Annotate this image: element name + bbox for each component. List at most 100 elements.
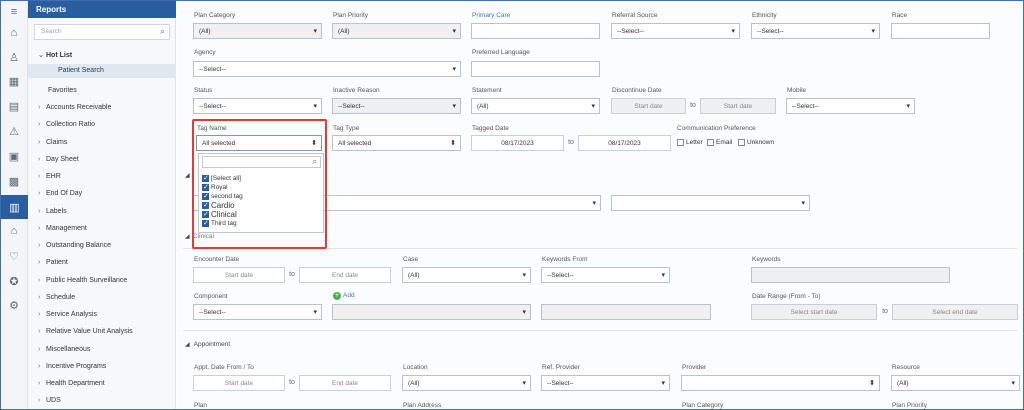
tag-type-select[interactable]: All selected <box>332 135 461 151</box>
alert-icon[interactable]: ⚠ <box>6 123 22 139</box>
appt-start-date[interactable]: Start date <box>193 375 285 391</box>
sidebar-item-collection-ratio[interactable]: › Collection Ratio <box>38 121 95 133</box>
sidebar-item-patient-search[interactable]: Patient Search <box>28 64 176 78</box>
comm-email-option[interactable]: Email <box>707 139 732 146</box>
date-range-to: to <box>882 308 888 315</box>
plan-priority-select[interactable]: (All) <box>332 23 461 39</box>
plan-priority-label: Plan Priority <box>333 12 369 19</box>
discontinue-start-date[interactable]: Start date <box>611 98 686 114</box>
preferred-language-input[interactable] <box>471 61 600 77</box>
ethnicity-label: Ethnicity <box>752 12 777 19</box>
inactive-reason-label: Inactive Reason <box>333 87 380 94</box>
calendar-icon[interactable]: ▦ <box>6 73 22 89</box>
sidebar-item-outstanding-balance[interactable]: › Outstanding Balance <box>38 242 111 254</box>
sidebar-search-input[interactable]: Search ⌕ <box>34 24 170 40</box>
statement-select[interactable]: (All) <box>471 98 600 114</box>
keywords-from-select[interactable]: --Select-- <box>541 267 670 283</box>
sidebar-item-end-of-day[interactable]: › End Of Day <box>38 190 82 202</box>
sidebar-item-patient[interactable]: › Patient <box>38 259 68 271</box>
component-select[interactable]: --Select-- <box>193 304 322 320</box>
encounter-start-date[interactable]: Start date <box>193 267 285 283</box>
sidebar-item-accounts-receivable[interactable]: › Accounts Receivable <box>38 104 111 116</box>
user-icon[interactable]: ♙ <box>6 49 22 65</box>
location-label: Location <box>403 364 428 371</box>
discontinue-end-date[interactable]: Start date <box>700 98 776 114</box>
chevron-right-icon: › <box>38 104 41 111</box>
billing-icon[interactable]: ▩ <box>6 173 22 189</box>
appointment-section-header[interactable]: ◢ Appointment <box>185 341 230 348</box>
date-range-start[interactable]: Select start date <box>751 304 877 320</box>
provider-label: Provider <box>682 364 707 371</box>
sidebar-item-management[interactable]: › Management <box>38 225 87 237</box>
resource-label: Resource <box>892 364 920 371</box>
ethnicity-select[interactable]: --Select-- <box>751 23 880 39</box>
sidebar-item-rvu-analysis[interactable]: › Relative Value Unit Analysis <box>38 328 133 340</box>
component-label: Component <box>194 293 228 300</box>
tag-name-highlight-box <box>192 119 327 249</box>
location-select[interactable]: (All) <box>402 375 531 391</box>
checkbox[interactable] <box>677 139 684 146</box>
partial-select-b[interactable] <box>611 195 810 211</box>
health-icon[interactable]: ♡ <box>6 248 22 264</box>
menu-icon[interactable]: ≡ <box>6 4 22 20</box>
clinic-icon[interactable]: ⌂ <box>6 223 22 239</box>
race-input[interactable] <box>891 23 990 39</box>
date-range-end[interactable]: Select end date <box>892 304 1018 320</box>
plan-label: Plan <box>194 402 208 409</box>
chevron-right-icon: › <box>38 173 41 180</box>
sidebar-item-labels[interactable]: › Labels <box>38 208 67 220</box>
status-select[interactable]: --Select-- <box>193 98 322 114</box>
sidebar-item-schedule[interactable]: › Schedule <box>38 294 75 306</box>
chevron-right-icon: › <box>38 208 41 215</box>
grid-icon[interactable]: ▤ <box>6 98 22 114</box>
checkbox[interactable] <box>738 139 745 146</box>
encounter-end-date[interactable]: End date <box>299 267 391 283</box>
sidebar-item-health-department[interactable]: › Health Department <box>38 380 105 392</box>
appt-date-label: Appt. Date From / To <box>194 364 254 371</box>
sidebar-item-service-analysis[interactable]: › Service Analysis <box>38 311 97 323</box>
mobile-select[interactable]: --Select-- <box>786 98 915 114</box>
referral-source-select[interactable]: --Select-- <box>611 23 740 39</box>
reports-icon[interactable]: ▥ <box>1 195 28 219</box>
plan-category-label: Plan Category <box>194 12 236 19</box>
resource-select[interactable]: (All) <box>891 375 1020 391</box>
sidebar-item-hot-list[interactable]: ⌄ Hot List <box>38 51 72 63</box>
agency-select[interactable]: --Select-- <box>193 61 461 77</box>
component-text-input[interactable] <box>541 304 711 320</box>
inactive-reason-select[interactable]: --Select-- <box>332 98 461 114</box>
comm-unknown-option[interactable]: Unknown <box>738 139 774 146</box>
document-icon[interactable]: ▣ <box>6 148 22 164</box>
tagged-to-date[interactable]: 08/17/2023 <box>578 135 671 151</box>
provider-select[interactable] <box>681 375 880 391</box>
discontinue-to: to <box>690 102 696 109</box>
award-icon[interactable]: ✪ <box>6 273 22 289</box>
sidebar-item-favorites[interactable]: Favorites <box>48 87 77 99</box>
keywords-from-label: Keywords From <box>542 256 588 263</box>
checkbox[interactable] <box>707 139 714 146</box>
icon-rail: ≡ ⌂ ♙ ▦ ▤ ⚠ ▣ ▩ ▥ ⌂ ♡ ✪ ⚙ <box>1 1 28 409</box>
component-value-select[interactable] <box>332 304 531 320</box>
tagged-to: to <box>568 139 574 146</box>
sidebar-item-incentive-programs[interactable]: › Incentive Programs <box>38 363 106 375</box>
appt-end-date[interactable]: End date <box>299 375 391 391</box>
comm-letter-option[interactable]: Letter <box>677 139 703 146</box>
add-component-button[interactable]: + Add <box>333 292 355 300</box>
sidebar-item-uds[interactable]: › UDS <box>38 397 61 409</box>
tagged-from-date[interactable]: 08/17/2023 <box>471 135 564 151</box>
sidebar-item-miscellaneous[interactable]: › Miscellaneous <box>38 346 90 358</box>
sidebar-item-claims[interactable]: › Claims <box>38 139 67 151</box>
sidebar-item-public-health[interactable]: › Public Health Surveillance <box>38 277 127 289</box>
settings-gear-icon[interactable]: ⚙ <box>6 297 22 313</box>
primary-care-input[interactable] <box>471 23 600 39</box>
case-select[interactable]: (All) <box>402 267 531 283</box>
keywords-input[interactable] <box>751 267 950 283</box>
chevron-right-icon: › <box>38 139 41 146</box>
plan-category-select[interactable]: (All) <box>193 23 322 39</box>
sidebar-item-day-sheet[interactable]: › Day Sheet <box>38 156 79 168</box>
collapse-arrow-icon: ◢ <box>185 342 190 348</box>
sidebar-item-ehr[interactable]: › EHR <box>38 173 61 185</box>
chevron-right-icon: › <box>38 363 41 370</box>
ref-provider-select[interactable]: --Select-- <box>541 375 670 391</box>
case-label: Case <box>403 256 419 263</box>
home-icon[interactable]: ⌂ <box>6 25 22 41</box>
